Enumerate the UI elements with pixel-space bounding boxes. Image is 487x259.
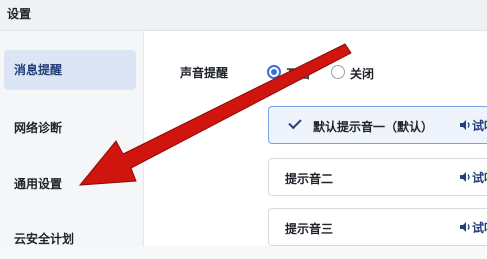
sidebar-item-cloud-security-plan[interactable]: 云安全计划 [4,219,136,259]
preview-button[interactable]: 试听 [459,169,487,185]
radio-on-label[interactable]: 开启 [286,65,310,82]
radio-off-label[interactable]: 关闭 [350,65,374,82]
preview-label: 试听 [472,171,487,185]
title-bar: 设置 [0,0,487,31]
sidebar-item-general-settings[interactable]: 通用设置 [4,164,136,204]
sidebar: 消息提醒 网络诊断 通用设置 云安全计划 [0,31,144,246]
speaker-icon [460,222,470,232]
window-title: 设置 [7,7,32,21]
sidebar-item-message-reminder[interactable]: 消息提醒 [4,50,136,90]
sidebar-item-network-diagnosis[interactable]: 网络诊断 [4,108,136,148]
sound-name: 默认提示音一（默认） [313,120,434,134]
preview-button[interactable]: 试听 [459,219,487,235]
speaker-icon [460,172,470,182]
sound-option-two[interactable]: 提示音二 试听 [268,158,487,196]
preview-button[interactable]: 试听 [459,117,487,133]
settings-content: 声音提醒 开启 关闭 默认提示音一（默认） 试听 提示音二 试听 提示音三 [144,31,487,246]
sound-option-three[interactable]: 提示音三 试听 [268,208,487,246]
speaker-icon [460,120,470,130]
sound-name: 提示音二 [285,172,334,186]
sound-option-default[interactable]: 默认提示音一（默认） 试听 [268,106,487,144]
sound-reminder-label: 声音提醒 [180,66,229,80]
check-icon [288,115,302,130]
radio-off[interactable] [331,65,345,79]
preview-label: 试听 [472,119,487,133]
radio-on[interactable] [267,65,281,79]
preview-label: 试听 [472,221,487,235]
sound-name: 提示音三 [285,222,334,236]
